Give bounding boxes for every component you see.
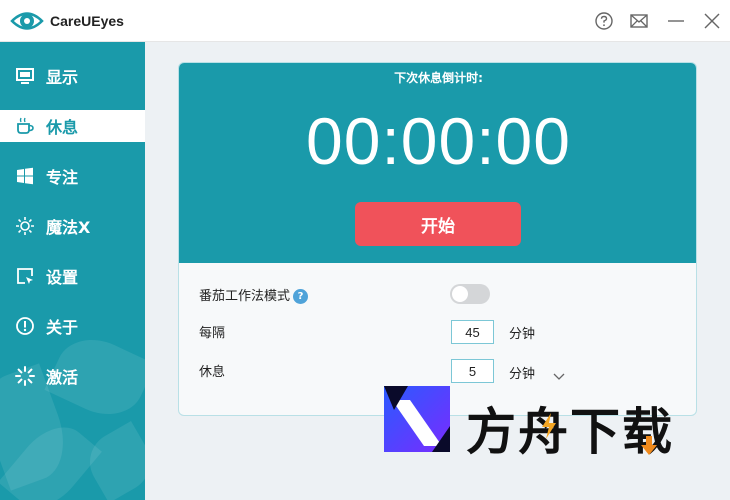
app-title: CareUEyes bbox=[50, 13, 124, 29]
pomodoro-help-icon[interactable]: ? bbox=[293, 289, 309, 304]
sidebar-item-label: 休息 bbox=[46, 118, 79, 137]
mail-icon bbox=[630, 14, 648, 28]
watermark-logo-icon bbox=[384, 386, 450, 452]
interval-label: 每隔 bbox=[199, 326, 226, 341]
sidebar-item-settings[interactable]: 设置 bbox=[0, 260, 145, 292]
download-arrow-icon bbox=[640, 436, 658, 460]
rest-label: 休息 bbox=[199, 365, 226, 380]
sidebar-item-label: 显示 bbox=[46, 68, 79, 87]
sidebar-item-focus[interactable]: 专注 bbox=[0, 160, 145, 192]
info-icon bbox=[14, 315, 36, 337]
cursor-window-icon bbox=[14, 265, 36, 287]
pomodoro-row: 番茄工作法模式? bbox=[199, 285, 309, 304]
help-button[interactable] bbox=[592, 9, 616, 33]
minimize-icon bbox=[668, 20, 684, 22]
lightning-bolt-icon bbox=[540, 413, 558, 443]
sidebar-item-magic-x[interactable]: 魔法X bbox=[0, 210, 145, 242]
title-bar: CareUEyes bbox=[0, 0, 730, 42]
chevron-down-icon[interactable] bbox=[553, 366, 565, 385]
minimize-button[interactable] bbox=[664, 9, 688, 33]
countdown-time: 00:00:00 bbox=[306, 104, 571, 178]
sidebar-item-display[interactable]: 显示 bbox=[0, 60, 145, 92]
windows-icon bbox=[14, 165, 36, 187]
rest-unit: 分钟 bbox=[509, 367, 536, 382]
coffee-cup-icon bbox=[14, 115, 36, 137]
countdown-label: 下次休息倒计时: bbox=[394, 71, 483, 85]
decorative-leaf bbox=[79, 421, 145, 500]
pomodoro-toggle[interactable] bbox=[450, 284, 490, 304]
interval-input[interactable] bbox=[451, 320, 494, 344]
sidebar-item-label: 专注 bbox=[46, 168, 79, 187]
monitor-icon bbox=[14, 65, 36, 87]
sidebar: 显示 休息 专注 魔法X 设置 关于 激活 bbox=[0, 42, 145, 500]
sidebar-item-label: 魔法X bbox=[46, 218, 91, 237]
start-button[interactable]: 开始 bbox=[355, 202, 521, 246]
rest-input[interactable] bbox=[451, 359, 494, 383]
close-icon bbox=[704, 13, 720, 29]
sidebar-item-label: 激活 bbox=[46, 368, 79, 387]
rest-card: 下次休息倒计时: 00:00:00 开始 番茄工作法模式? 每隔 分钟 休息 分… bbox=[178, 62, 697, 416]
sidebar-item-rest[interactable]: 休息 bbox=[0, 110, 145, 142]
interval-unit: 分钟 bbox=[509, 327, 536, 342]
sidebar-item-about[interactable]: 关于 bbox=[0, 310, 145, 342]
close-button[interactable] bbox=[700, 9, 724, 33]
countdown-panel: 下次休息倒计时: 00:00:00 开始 bbox=[179, 63, 696, 263]
eye-logo-icon bbox=[10, 8, 44, 34]
pomodoro-label: 番茄工作法模式 bbox=[199, 289, 291, 304]
sidebar-item-label: 关于 bbox=[46, 318, 79, 337]
feedback-button[interactable] bbox=[627, 9, 651, 33]
help-icon bbox=[595, 12, 613, 30]
sparkle-icon bbox=[14, 365, 36, 387]
sidebar-item-label: 设置 bbox=[46, 268, 79, 287]
sun-icon bbox=[14, 215, 36, 237]
toggle-knob bbox=[452, 286, 468, 302]
sidebar-item-activate[interactable]: 激活 bbox=[0, 360, 145, 392]
